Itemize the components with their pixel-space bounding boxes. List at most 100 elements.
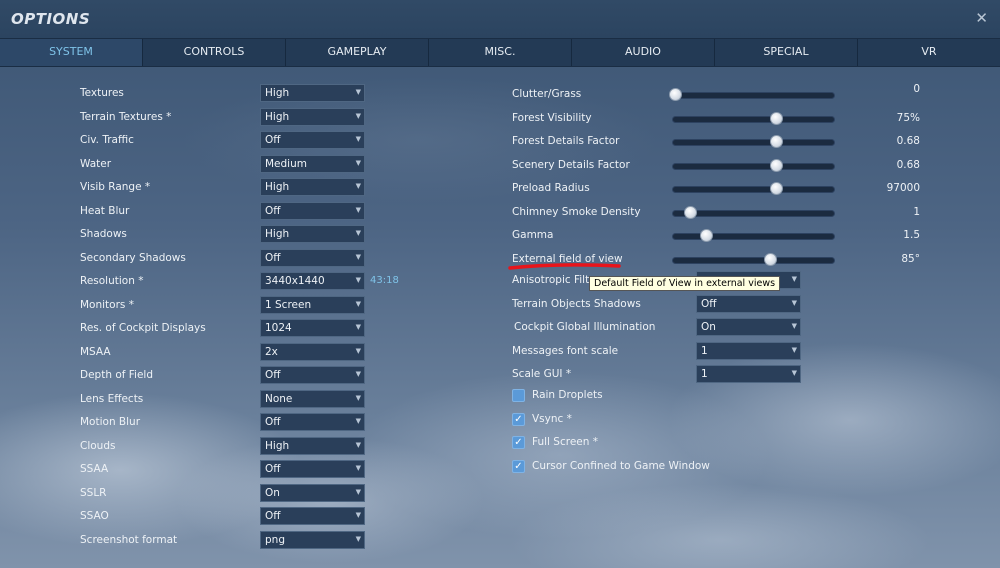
setting-dropdown[interactable]: None ▼ (260, 389, 365, 408)
chevron-down-icon: ▼ (355, 346, 361, 355)
tab-audio[interactable]: AUDIO (572, 39, 715, 66)
slider[interactable] (672, 182, 835, 198)
setting-dropdown[interactable]: 2x ▼ (260, 342, 365, 361)
slider-label: Preload Radius (512, 182, 590, 194)
setting-label: Terrain Textures * (80, 110, 172, 123)
dropdown-value: High (265, 439, 290, 452)
slider[interactable] (672, 205, 835, 222)
slider-thumb[interactable] (669, 88, 683, 101)
slider-thumb[interactable] (770, 182, 784, 195)
slider-value: 75% (896, 111, 920, 124)
dropdown-value: 1024 (265, 322, 292, 334)
tab-system[interactable]: SYSTEM (0, 39, 143, 66)
slider-track (672, 233, 835, 240)
checkbox[interactable] (512, 389, 525, 402)
tab-controls[interactable]: CONTROLS (143, 39, 286, 66)
setting-label: SSLR (80, 486, 107, 499)
chevron-down-icon: ▼ (791, 298, 797, 307)
setting-label: Terrain Objects Shadows (512, 297, 641, 310)
chevron-down-icon: ▼ (355, 111, 361, 120)
slider-thumb[interactable] (700, 229, 714, 242)
setting-label: Water (80, 157, 112, 170)
slider-thumb[interactable] (683, 205, 697, 219)
dropdown-value: 3440x1440 (265, 275, 325, 287)
setting-label: Screenshot format (80, 533, 178, 546)
tab-vr[interactable]: VR (858, 39, 1000, 66)
dropdown-value: 1 (701, 344, 708, 357)
slider-thumb[interactable] (770, 158, 784, 172)
setting-dropdown[interactable]: On ▼ (260, 483, 365, 502)
setting-dropdown[interactable]: Off ▼ (260, 248, 365, 267)
chevron-down-icon: ▼ (355, 534, 361, 543)
setting-dropdown[interactable]: Off ▼ (260, 460, 365, 478)
chevron-down-icon: ▼ (791, 345, 797, 354)
setting-dropdown[interactable]: Off ▼ (260, 366, 365, 384)
dropdown-value: 1 Screen (265, 298, 312, 311)
setting-dropdown[interactable]: On ▼ (696, 318, 801, 336)
window-title: OPTIONS (11, 10, 91, 28)
setting-dropdown[interactable]: High ▼ (260, 107, 365, 126)
title-bar: OPTIONS ✕ (0, 0, 1000, 38)
dropdown-value: Off (265, 204, 281, 217)
slider-track (672, 115, 835, 123)
setting-label: Depth of Field (80, 369, 154, 381)
tab-misc[interactable]: MISC. (429, 39, 572, 66)
setting-label: Cockpit Global Illumination (514, 321, 656, 333)
setting-dropdown[interactable]: 3440x1440 ▼ (260, 272, 365, 290)
dropdown-value: Off (265, 134, 281, 146)
slider-thumb[interactable] (770, 135, 784, 148)
slider[interactable] (672, 158, 835, 175)
setting-dropdown[interactable]: High ▼ (260, 225, 365, 243)
slider[interactable] (672, 111, 835, 128)
setting-label: Textures (80, 87, 124, 99)
dropdown-value: Off (701, 297, 717, 310)
slider[interactable] (672, 252, 835, 269)
chevron-down-icon: ▼ (791, 322, 797, 330)
setting-dropdown[interactable]: Off ▼ (696, 294, 801, 313)
setting-dropdown[interactable]: High ▼ (260, 84, 365, 102)
aspect-ratio-label: 43:18 (370, 275, 399, 286)
checkbox[interactable]: ✓ (512, 459, 525, 473)
slider-label: Scenery Details Factor (512, 158, 630, 171)
setting-label: SSAO (80, 510, 109, 522)
setting-label: Visib Range * (80, 181, 151, 193)
setting-dropdown[interactable]: Off ▼ (260, 131, 365, 149)
setting-dropdown[interactable]: High ▼ (260, 436, 365, 455)
slider-label: Gamma (512, 229, 554, 241)
setting-label: Monitors * (80, 298, 134, 311)
dropdown-value: 1 (701, 368, 708, 380)
dropdown-value: Medium (265, 157, 307, 170)
close-icon[interactable]: ✕ (975, 9, 988, 27)
dropdown-value: Off (265, 369, 281, 381)
setting-dropdown[interactable]: 1 ▼ (696, 341, 801, 360)
tab-gameplay[interactable]: GAMEPLAY (286, 39, 429, 66)
setting-dropdown[interactable]: High ▼ (260, 178, 365, 196)
tab-special[interactable]: SPECIAL (715, 39, 858, 66)
setting-dropdown[interactable]: 1 ▼ (696, 365, 801, 383)
setting-label: Shadows (80, 228, 127, 240)
dropdown-value: High (265, 110, 290, 123)
red-underline-annotation (508, 263, 621, 270)
slider-label: Forest Details Factor (512, 135, 620, 147)
setting-dropdown[interactable]: Off ▼ (260, 413, 365, 431)
slider[interactable] (669, 88, 835, 104)
slider[interactable] (672, 135, 835, 151)
setting-dropdown[interactable]: 1 Screen ▼ (260, 295, 365, 314)
setting-dropdown[interactable]: Medium ▼ (260, 154, 365, 173)
slider-track (672, 139, 835, 146)
checkbox[interactable]: ✓ (512, 436, 525, 449)
slider-thumb[interactable] (763, 252, 777, 266)
setting-dropdown[interactable]: png ▼ (260, 530, 365, 549)
checkbox-label: Full Screen * (532, 436, 598, 448)
slider-value: 97000 (886, 182, 920, 194)
slider[interactable] (672, 229, 835, 245)
checkbox[interactable]: ✓ (512, 412, 525, 426)
setting-label: SSAA (80, 463, 109, 475)
setting-dropdown[interactable]: 1024 ▼ (260, 319, 365, 337)
chevron-down-icon: ▼ (355, 205, 361, 214)
dropdown-value: Off (265, 416, 281, 428)
slider-thumb[interactable] (770, 111, 784, 125)
setting-dropdown[interactable]: Off ▼ (260, 507, 365, 525)
chevron-down-icon: ▼ (355, 370, 361, 378)
setting-dropdown[interactable]: Off ▼ (260, 201, 365, 220)
